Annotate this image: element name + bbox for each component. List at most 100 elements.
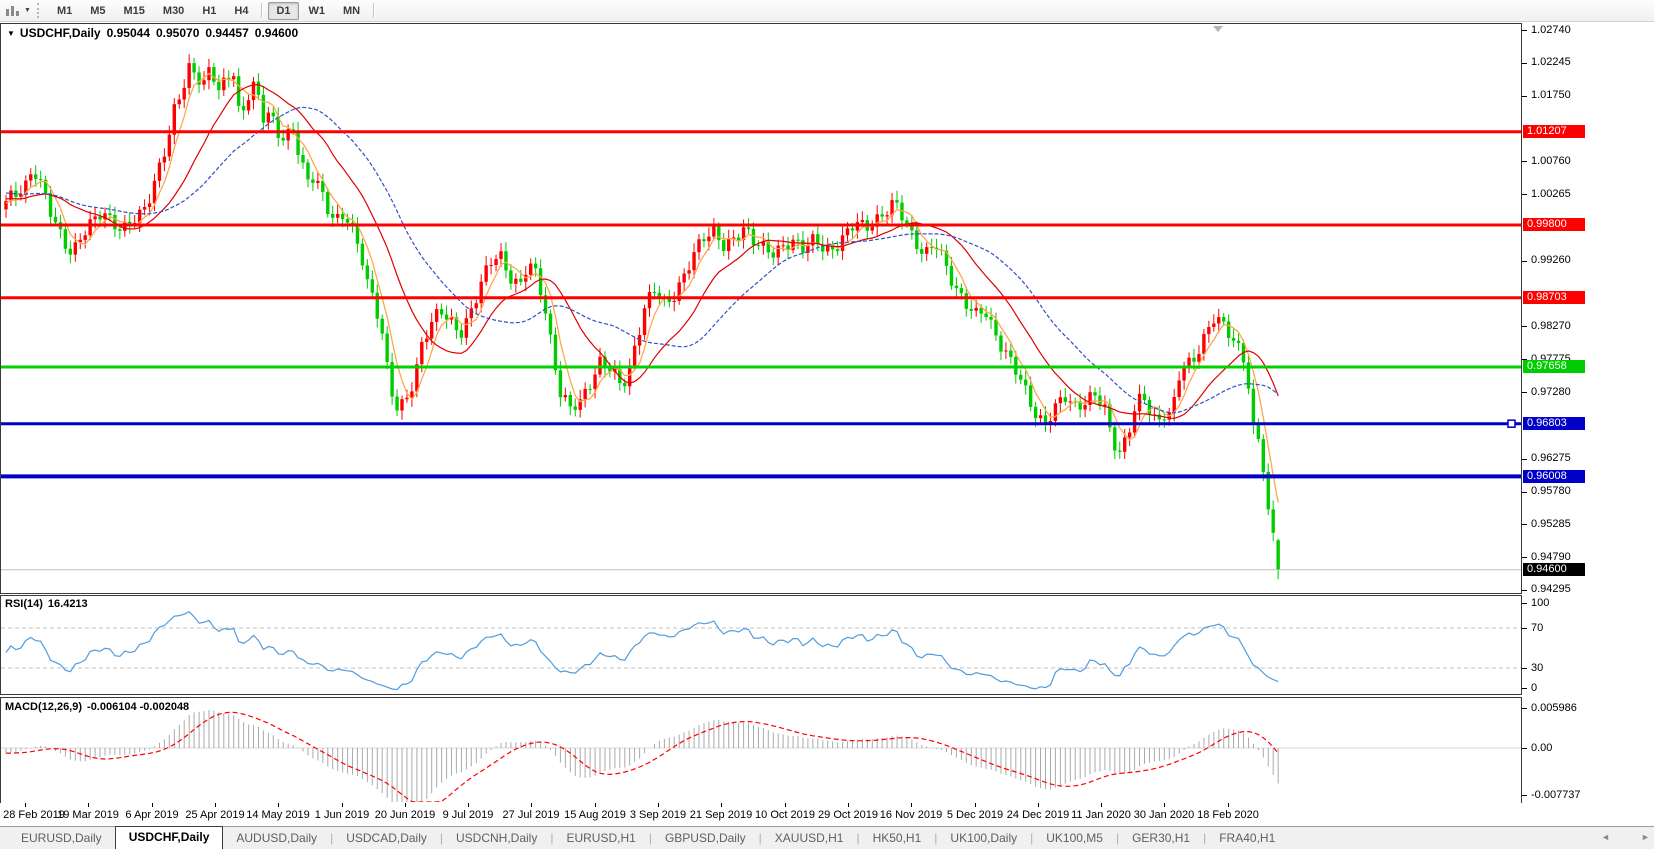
date-axis-label: 9 Jul 2019 bbox=[443, 809, 494, 821]
sma-fast-line bbox=[6, 74, 1278, 503]
price-axis-label: 0.96275 bbox=[1531, 452, 1571, 465]
price-axis-tick bbox=[1522, 30, 1527, 31]
date-axis-label: 29 Oct 2019 bbox=[818, 809, 878, 821]
chart-tab-xauusd-h1[interactable]: XAUUSD,H1 bbox=[762, 828, 857, 849]
price-axis-label: 1.02740 bbox=[1531, 24, 1571, 37]
periods-icon[interactable] bbox=[3, 3, 23, 19]
price-axis-tick bbox=[1522, 392, 1527, 393]
rsi-axis-tick bbox=[1522, 668, 1527, 669]
price-axis-label: 1.00265 bbox=[1531, 188, 1571, 201]
date-axis-label: 6 Apr 2019 bbox=[125, 809, 178, 821]
date-axis-label: 18 Feb 2020 bbox=[1197, 809, 1259, 821]
tabs-scroll-right-icon[interactable]: ► bbox=[1641, 832, 1650, 842]
price-line-label[interactable]: 0.96008 bbox=[1523, 470, 1585, 483]
chart-tabs-bar: EURUSD,DailyUSDCHF,DailyAUDUSD,Daily|USD… bbox=[0, 826, 1654, 849]
timeframe-button-mn[interactable]: MN bbox=[335, 2, 368, 20]
price-axis-tick bbox=[1522, 261, 1527, 262]
tabs-scroll-left-icon[interactable]: ◄ bbox=[1601, 832, 1610, 842]
date-axis-tick bbox=[88, 803, 89, 807]
price-line-label[interactable]: 1.01207 bbox=[1523, 125, 1585, 138]
date-axis-tick bbox=[721, 803, 722, 807]
chart-tab-eurusd-daily[interactable]: EURUSD,Daily bbox=[8, 828, 115, 849]
date-axis-tick bbox=[152, 803, 153, 807]
price-axis-label: 1.00760 bbox=[1531, 155, 1571, 168]
date-axis-tick bbox=[25, 803, 26, 807]
rsi-axis-label: 0 bbox=[1531, 682, 1537, 695]
chart-tab-fra40-h1[interactable]: FRA40,H1 bbox=[1206, 828, 1288, 849]
price-axis-tick bbox=[1522, 590, 1527, 591]
rsi-axis-tick bbox=[1522, 628, 1527, 629]
date-axis-tick bbox=[405, 803, 406, 807]
chart-tab-audusd-daily[interactable]: AUDUSD,Daily bbox=[223, 828, 330, 849]
date-axis-tick bbox=[1164, 803, 1165, 807]
price-line-label[interactable]: 0.99800 bbox=[1523, 218, 1585, 231]
price-line-label[interactable]: 0.94600 bbox=[1523, 563, 1585, 576]
chart-tab-gbpusd-daily[interactable]: GBPUSD,Daily bbox=[652, 828, 759, 849]
date-axis-tick bbox=[1228, 803, 1229, 807]
price-axis-tick bbox=[1522, 492, 1527, 493]
date-axis-label: 21 Sep 2019 bbox=[690, 809, 752, 821]
chart-tab-uk100-m5[interactable]: UK100,M5 bbox=[1033, 828, 1116, 849]
chart-tab-usdcad-daily[interactable]: USDCAD,Daily bbox=[333, 828, 440, 849]
macd-name: MACD(12,26,9) bbox=[5, 701, 82, 713]
timeframe-button-w1[interactable]: W1 bbox=[301, 2, 334, 20]
price-axis-tick bbox=[1522, 557, 1527, 558]
price-axis-tick bbox=[1522, 96, 1527, 97]
price-axis-tick bbox=[1522, 459, 1527, 460]
rsi-name: RSI(14) bbox=[5, 598, 43, 610]
chart-tab-usdchf-daily[interactable]: USDCHF,Daily bbox=[115, 826, 224, 849]
timeframe-button-d1[interactable]: D1 bbox=[268, 2, 298, 20]
price-axis-label: 0.95285 bbox=[1531, 518, 1571, 531]
chart-symbol-title: ▼USDCHF,Daily0.950440.950700.944570.9460… bbox=[7, 26, 304, 40]
dropdown-caret-icon[interactable]: ▼ bbox=[23, 7, 35, 14]
date-axis-tick bbox=[342, 803, 343, 807]
price-axis-label: 0.99260 bbox=[1531, 254, 1571, 267]
chart-tab-uk100-daily[interactable]: UK100,Daily bbox=[937, 828, 1030, 849]
price-line-label[interactable]: 0.98703 bbox=[1523, 291, 1585, 304]
macd-values: -0.006104 -0.002048 bbox=[87, 701, 189, 713]
chart-tab-eurusd-h1[interactable]: EURUSD,H1 bbox=[553, 828, 648, 849]
price-axis-tick bbox=[1522, 63, 1527, 64]
timeframe-button-m1[interactable]: M1 bbox=[49, 2, 80, 20]
price-line-label[interactable]: 0.97658 bbox=[1523, 360, 1585, 373]
chart-tab-ger30-h1[interactable]: GER30,H1 bbox=[1119, 828, 1203, 849]
chart-tab-hk50-h1[interactable]: HK50,H1 bbox=[860, 828, 935, 849]
toolbar-separator bbox=[261, 3, 263, 18]
collapse-caret-icon[interactable]: ▼ bbox=[7, 29, 15, 38]
chart-canvas[interactable] bbox=[0, 0, 1522, 810]
ohlc-high: 0.95070 bbox=[156, 26, 199, 40]
price-pane[interactable] bbox=[1, 54, 1521, 579]
macd-axis-tick bbox=[1522, 795, 1527, 796]
chart-tab-usdcnh-daily[interactable]: USDCNH,Daily bbox=[443, 828, 550, 849]
timeframe-button-h1[interactable]: H1 bbox=[194, 2, 224, 20]
date-axis-label: 3 Sep 2019 bbox=[630, 809, 686, 821]
timeframe-button-h4[interactable]: H4 bbox=[226, 2, 256, 20]
timeframe-buttons: M1M5M15M30H1H4 D1W1MN bbox=[48, 2, 379, 20]
date-axis-label: 11 Jan 2020 bbox=[1071, 809, 1131, 821]
price-axis: 1.027401.022451.017501.007601.002650.992… bbox=[1522, 0, 1654, 810]
date-axis-tick bbox=[1038, 803, 1039, 807]
rsi-pane[interactable] bbox=[1, 612, 1521, 690]
price-line-label[interactable]: 0.96803 bbox=[1523, 417, 1585, 430]
price-axis-label: 0.97280 bbox=[1531, 386, 1571, 399]
timeframe-button-m15[interactable]: M15 bbox=[116, 2, 153, 20]
macd-axis-tick bbox=[1522, 748, 1527, 749]
macd-axis-label: 0.00 bbox=[1531, 742, 1552, 755]
date-axis-tick bbox=[468, 803, 469, 807]
rsi-axis-label: 30 bbox=[1531, 662, 1543, 675]
date-axis-tick bbox=[1101, 803, 1102, 807]
timeframe-button-m5[interactable]: M5 bbox=[82, 2, 113, 20]
macd-pane[interactable] bbox=[1, 710, 1521, 802]
ohlc-low: 0.94457 bbox=[205, 26, 248, 40]
date-axis-tick bbox=[848, 803, 849, 807]
macd-axis-label: 0.005986 bbox=[1531, 702, 1577, 715]
timeframe-button-m30[interactable]: M30 bbox=[155, 2, 192, 20]
date-axis-label: 30 Jan 2020 bbox=[1134, 809, 1195, 821]
date-axis-label: 14 May 2019 bbox=[246, 809, 310, 821]
timeframes-toolbar: ▼ M1M5M15M30H1H4 D1W1MN bbox=[0, 0, 1654, 22]
date-axis-tick bbox=[785, 803, 786, 807]
date-axis-tick bbox=[278, 803, 279, 807]
date-axis-tick bbox=[215, 803, 216, 807]
toolbar-grip bbox=[37, 3, 42, 18]
rsi-axis-tick bbox=[1522, 688, 1527, 689]
